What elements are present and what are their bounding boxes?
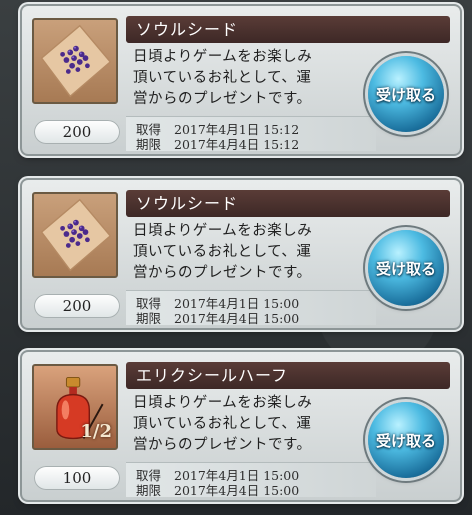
date-info: 取得 2017年4月1日 15:00 期限 2017年4月4日 15:00 — [126, 290, 376, 327]
item-name: ソウルシード — [126, 190, 450, 217]
desc-line: 営からのプレゼントです。 — [133, 265, 312, 281]
date-info: 取得 2017年4月1日 15:12 期限 2017年4月4日 15:12 — [126, 116, 376, 153]
present-card: 1/2 エリクシールハーフ 日頃よりゲームをお楽しみ 頂いているお礼として、運 … — [22, 352, 460, 500]
desc-line: 頂いているお礼として、運 — [133, 416, 312, 432]
receive-button[interactable]: 受け取る — [368, 56, 444, 132]
half-overlay: 1/2 — [80, 421, 112, 442]
desc-line: 日頃よりゲームをお楽しみ — [133, 49, 313, 65]
quantity-badge: 200 — [34, 120, 120, 144]
desc-line: 日頃よりゲームをお楽しみ — [133, 395, 313, 411]
soul-seed-icon — [32, 192, 118, 278]
desc-line: 営からのプレゼントです。 — [133, 437, 312, 453]
item-description: 日頃よりゲームをお楽しみ 頂いているお礼として、運 営からのプレゼントです。 — [133, 393, 363, 456]
item-description: 日頃よりゲームをお楽しみ 頂いているお礼として、運 営からのプレゼントです。 — [133, 221, 363, 284]
quantity-badge: 100 — [34, 466, 120, 490]
elixir-half-icon: 1/2 — [32, 364, 118, 450]
quantity-badge: 200 — [34, 294, 120, 318]
receive-button[interactable]: 受け取る — [368, 402, 444, 478]
desc-line: 頂いているお礼として、運 — [133, 244, 312, 260]
present-card: ソウルシード 日頃よりゲームをお楽しみ 頂いているお礼として、運 営からのプレゼ… — [22, 180, 460, 328]
desc-line: 頂いているお礼として、運 — [133, 70, 312, 86]
desc-line: 日頃よりゲームをお楽しみ — [133, 223, 313, 239]
expiry-row: 期限 2017年4月4日 15:00 — [136, 308, 299, 327]
date-info: 取得 2017年4月1日 15:00 期限 2017年4月4日 15:00 — [126, 462, 376, 499]
soul-seed-icon — [32, 18, 118, 104]
expiry-label: 期限 — [136, 311, 162, 326]
item-name: エリクシールハーフ — [126, 362, 450, 389]
desc-line: 営からのプレゼントです。 — [133, 91, 312, 107]
expiry-label: 期限 — [136, 483, 162, 498]
receive-button[interactable]: 受け取る — [368, 230, 444, 306]
expiry-date: 2017年4月4日 15:00 — [174, 483, 300, 498]
expiry-date: 2017年4月4日 15:12 — [174, 137, 300, 152]
expiry-date: 2017年4月4日 15:00 — [174, 311, 300, 326]
expiry-row: 期限 2017年4月4日 15:12 — [136, 134, 299, 153]
item-description: 日頃よりゲームをお楽しみ 頂いているお礼として、運 営からのプレゼントです。 — [133, 47, 363, 110]
present-card: ソウルシード 日頃よりゲームをお楽しみ 頂いているお礼として、運 営からのプレゼ… — [22, 6, 460, 154]
expiry-row: 期限 2017年4月4日 15:00 — [136, 480, 299, 499]
expiry-label: 期限 — [136, 137, 162, 152]
item-name: ソウルシード — [126, 16, 450, 43]
